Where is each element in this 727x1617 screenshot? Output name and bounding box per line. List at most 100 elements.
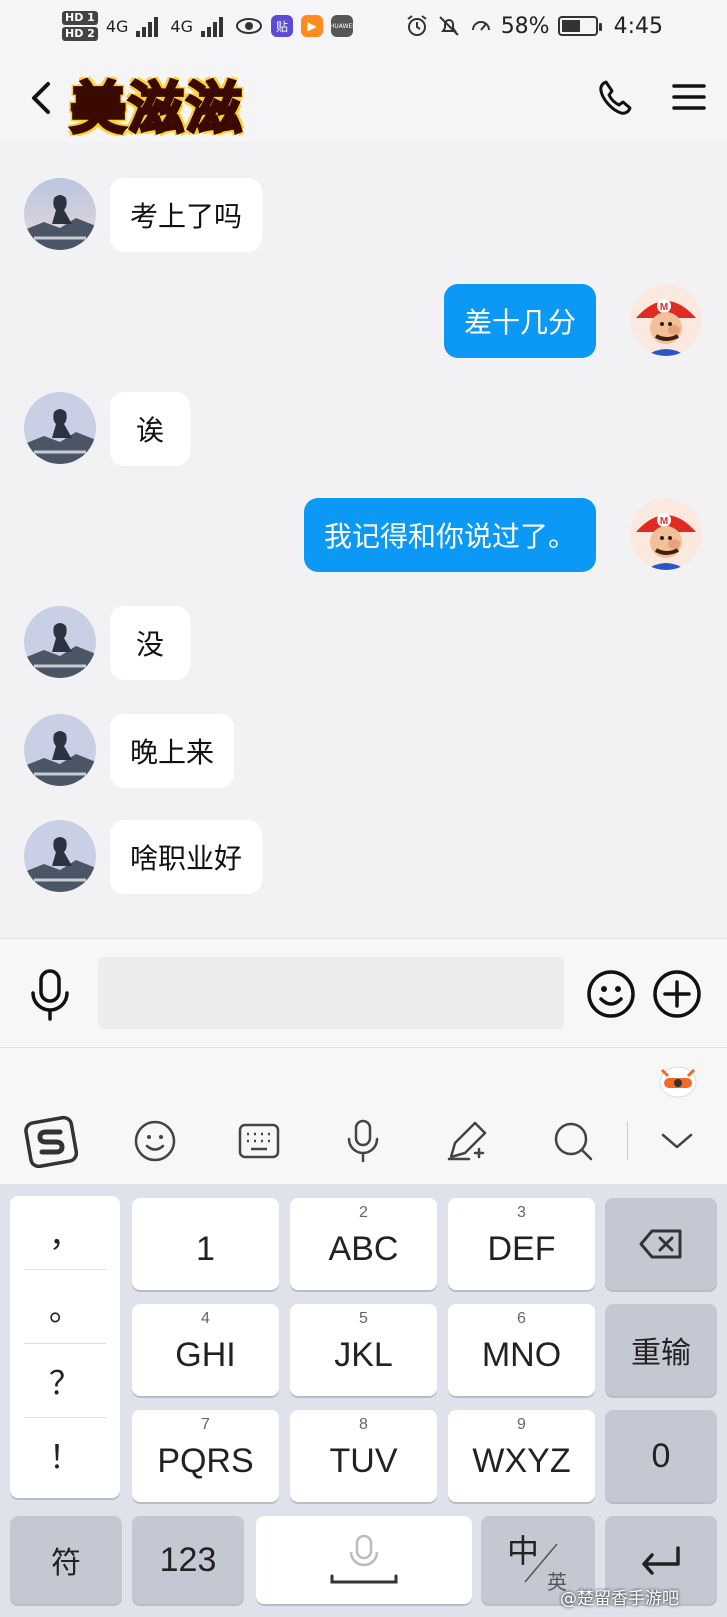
contact-avatar[interactable] (24, 714, 96, 786)
key-sub: 8 (359, 1416, 368, 1433)
key-wxyz[interactable]: 9 WXYZ (448, 1410, 595, 1502)
key-sub: 4 (201, 1310, 210, 1327)
key-label: WXYZ (472, 1441, 571, 1480)
message-bubble[interactable]: 啥职业好 (110, 820, 263, 894)
collapse-icon[interactable] (650, 1114, 704, 1168)
contact-avatar[interactable] (24, 392, 96, 464)
sim2-label: HD 2 (62, 27, 98, 41)
svg-text:M: M (660, 516, 668, 527)
key-label: TUV (329, 1441, 398, 1480)
huawei-app-icon: HUAWEI (330, 15, 354, 37)
clock: 4:45 (613, 13, 663, 39)
battery-fill (561, 20, 581, 32)
video-app-icon: ▶ (300, 15, 323, 37)
menu-icon[interactable] (672, 80, 706, 114)
chat-title: 美滋滋 (69, 76, 244, 144)
signal-icon-2 (200, 17, 223, 37)
message-input-bar (0, 938, 727, 1048)
space-mic-icon (330, 1534, 398, 1584)
reinput-key[interactable]: 重输 (605, 1304, 717, 1396)
emoji-icon[interactable] (128, 1114, 182, 1168)
back-icon[interactable] (24, 76, 60, 120)
voice-icon[interactable] (336, 1114, 390, 1168)
key-sub: 7 (201, 1416, 210, 1433)
alarm-icon (407, 15, 427, 36)
signal-icon (136, 17, 159, 37)
key-def[interactable]: 3 DEF (448, 1198, 595, 1290)
search-icon[interactable] (546, 1114, 600, 1168)
speed-icon (471, 21, 490, 31)
message-bubble[interactable]: 我记得和你说过了。 (303, 498, 596, 572)
message-bubble[interactable]: 没 (110, 606, 190, 680)
svg-text:M: M (660, 302, 668, 313)
enter-icon (642, 1546, 680, 1575)
key-tuv[interactable]: 8 TUV (290, 1410, 437, 1502)
status-right: 58% 4:45 (405, 14, 663, 39)
key-ghi[interactable]: 4 GHI (132, 1304, 279, 1396)
key-label: ABC (328, 1229, 399, 1268)
key-pqrs[interactable]: 7 PQRS (132, 1410, 279, 1502)
key-label: GHI (175, 1335, 236, 1374)
contact-avatar[interactable] (24, 820, 96, 892)
key-label: DEF (487, 1229, 556, 1268)
numbers-key[interactable]: 123 (132, 1516, 244, 1604)
net-type-1: 4G (105, 16, 129, 36)
punct-question-key[interactable]: ？ (24, 1344, 106, 1418)
key-jkl[interactable]: 5 JKL (290, 1304, 437, 1396)
key-sub: 9 (517, 1416, 526, 1433)
punct-exclaim-key[interactable]: ！ (24, 1418, 106, 1492)
key-mno[interactable]: 6 MNO (448, 1304, 595, 1396)
eye-icon (235, 18, 262, 34)
keyboard-icon[interactable] (232, 1114, 286, 1168)
net-type-2: 4G (170, 16, 193, 36)
punctuation-column[interactable]: ， 。 ？ ！ (10, 1196, 120, 1498)
symbols-key[interactable]: 符 (10, 1516, 122, 1604)
user-avatar[interactable]: M (630, 284, 702, 356)
contact-avatar[interactable] (24, 606, 96, 678)
key-label: PQRS (157, 1441, 254, 1480)
status-bar: HD 1 HD 2 4G 4G 贴 ▶ HUAWEI 58% 4:45 (0, 0, 727, 52)
sogou-logo-icon[interactable] (24, 1114, 78, 1168)
key-sub: 5 (359, 1310, 368, 1327)
key-sub: 6 (517, 1310, 526, 1327)
message-bubble[interactable]: 考上了吗 (110, 178, 263, 252)
contact-avatar[interactable] (24, 178, 96, 250)
delete-icon (639, 1229, 682, 1259)
phone-icon[interactable] (596, 78, 636, 118)
user-avatar[interactable]: M (630, 498, 702, 570)
emoji-icon[interactable] (586, 969, 636, 1019)
message-bubble[interactable]: 差十几分 (443, 284, 596, 358)
t9-keyboard: ， 。 ？ ！ 1 2 ABC 3 DEF 4 GHI 5 JKL 6 MNO 重输 7 P… (0, 1184, 727, 1617)
mute-bell-icon (438, 16, 459, 36)
sim1-label: HD 1 (62, 11, 98, 25)
sim-indicators: HD 1 HD 2 (62, 10, 98, 42)
key-sub: 2 (359, 1204, 368, 1221)
ime-toolbar (0, 1048, 727, 1184)
key-label: MNO (481, 1335, 562, 1374)
handwriting-icon[interactable] (440, 1114, 494, 1168)
plus-icon[interactable] (652, 969, 702, 1019)
microphone-icon[interactable] (28, 969, 72, 1021)
key-sub: 3 (517, 1204, 526, 1221)
delete-key[interactable] (605, 1198, 717, 1290)
key-1[interactable]: 1 (132, 1198, 279, 1290)
status-left: HD 1 HD 2 4G 4G 贴 ▶ HUAWEI (62, 10, 354, 42)
punct-period-key[interactable]: 。 (24, 1270, 106, 1344)
toolbar-divider (627, 1122, 628, 1160)
space-key[interactable] (256, 1516, 472, 1604)
chat-area[interactable]: 考上了吗 差十几分 M 诶 我记得和你说过了。 M 没 晚上来 啥职业好 (0, 142, 727, 938)
tieba-badge-icon: 贴 (270, 15, 293, 37)
message-bubble[interactable]: 晚上来 (110, 714, 235, 788)
key-zero[interactable]: 0 (605, 1410, 717, 1502)
key-label: 1 (196, 1229, 215, 1268)
battery-icon (557, 16, 602, 36)
battery-percent: 58% (500, 13, 550, 39)
key-label: JKL (334, 1335, 393, 1374)
ime-mascot-icon[interactable] (656, 1056, 700, 1100)
key-abc[interactable]: 2 ABC (290, 1198, 437, 1290)
punct-comma-key[interactable]: ， (24, 1196, 106, 1270)
watermark-text: @楚留香手游吧 (560, 1589, 679, 1609)
message-bubble[interactable]: 诶 (110, 392, 190, 466)
chat-header: 美滋滋 (0, 52, 727, 144)
message-input[interactable] (98, 957, 564, 1029)
